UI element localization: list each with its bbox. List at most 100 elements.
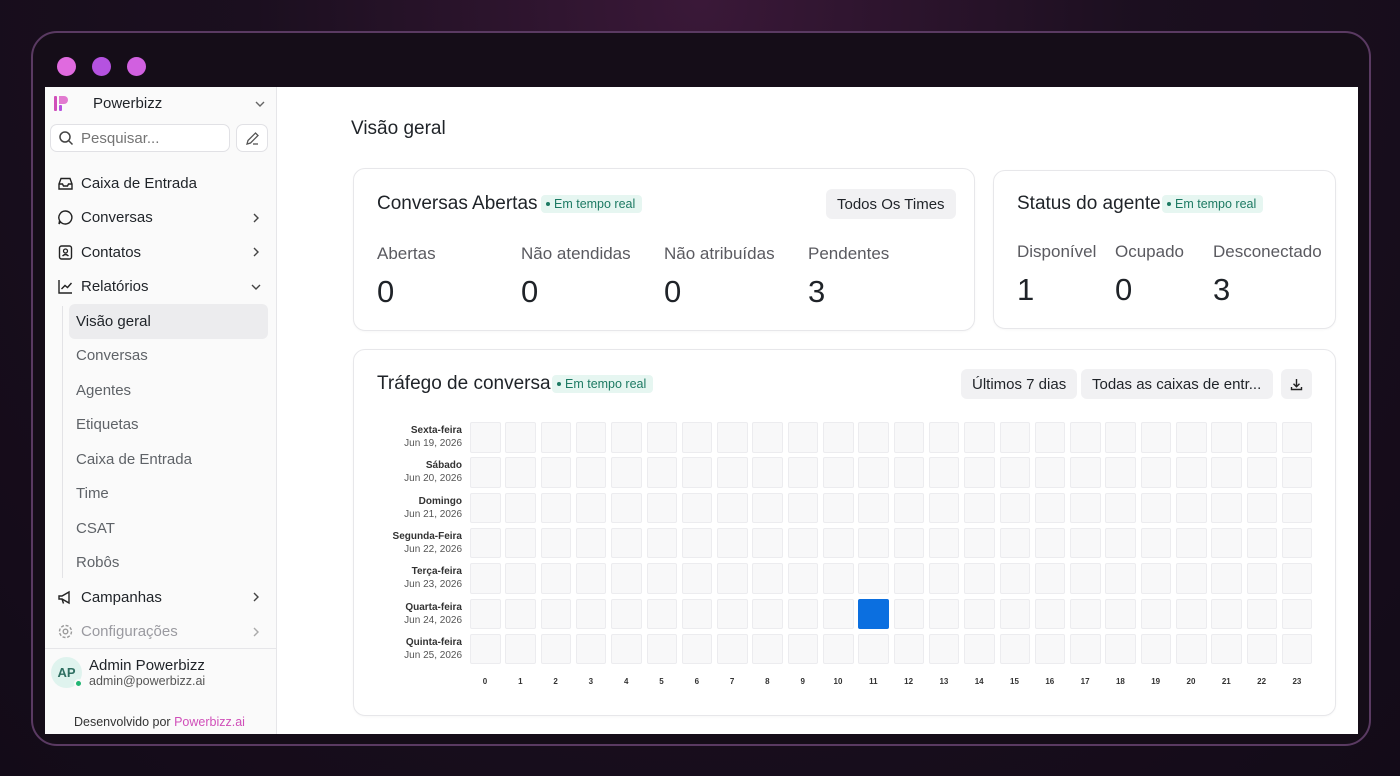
heatmap-cell[interactable] xyxy=(1140,457,1172,488)
heatmap-cell[interactable] xyxy=(646,563,677,594)
heatmap-cell[interactable] xyxy=(1105,563,1136,594)
heatmap-cell[interactable] xyxy=(1070,422,1101,453)
heatmap-cell[interactable] xyxy=(470,633,501,665)
heatmap-cell[interactable] xyxy=(964,598,995,629)
sidebar-item-contacts[interactable]: Contatos xyxy=(45,235,276,270)
heatmap-cell[interactable] xyxy=(928,598,960,629)
heatmap-cell[interactable] xyxy=(1211,422,1242,453)
heatmap-cell[interactable] xyxy=(717,527,748,559)
heatmap-cell[interactable] xyxy=(505,457,536,488)
heatmap-cell[interactable] xyxy=(1140,492,1172,524)
heatmap-cell[interactable] xyxy=(1034,598,1066,629)
heatmap-cell[interactable] xyxy=(858,457,889,488)
heatmap-cell[interactable] xyxy=(646,457,677,488)
heatmap-cell[interactable] xyxy=(681,633,713,665)
heatmap-cell[interactable] xyxy=(470,422,501,453)
sidebar-item-conversations[interactable]: Conversas xyxy=(45,201,276,236)
user-profile[interactable]: AP Admin Powerbizz admin@powerbizz.ai xyxy=(45,649,276,696)
heatmap-cell[interactable] xyxy=(928,492,960,524)
window-dot-maximize[interactable] xyxy=(127,57,146,76)
heatmap-cell[interactable] xyxy=(1246,422,1278,453)
heatmap-cell[interactable] xyxy=(752,598,783,629)
heatmap-cell[interactable] xyxy=(1140,527,1172,559)
heatmap-cell[interactable] xyxy=(1070,492,1101,524)
heatmap-cell[interactable] xyxy=(858,598,889,629)
heatmap-cell[interactable] xyxy=(575,527,607,559)
heatmap-cell[interactable] xyxy=(540,563,572,594)
heatmap-cell[interactable] xyxy=(1281,527,1313,559)
compose-button[interactable] xyxy=(236,124,268,152)
submenu-item-conversations[interactable]: Conversas xyxy=(69,339,268,374)
heatmap-cell[interactable] xyxy=(1281,633,1313,665)
heatmap-cell[interactable] xyxy=(1246,527,1278,559)
heatmap-cell[interactable] xyxy=(1140,563,1172,594)
teams-filter-button[interactable]: Todos Os Times xyxy=(826,189,956,219)
heatmap-cell[interactable] xyxy=(717,598,748,629)
heatmap-cell[interactable] xyxy=(787,492,819,524)
heatmap-cell[interactable] xyxy=(717,457,748,488)
heatmap-cell[interactable] xyxy=(752,457,783,488)
heatmap-cell[interactable] xyxy=(540,492,572,524)
heatmap-cell[interactable] xyxy=(858,492,889,524)
heatmap-cell[interactable] xyxy=(1176,633,1207,665)
heatmap-cell[interactable] xyxy=(1211,563,1242,594)
heatmap-cell[interactable] xyxy=(893,563,925,594)
heatmap-cell[interactable] xyxy=(681,492,713,524)
submenu-item-bots[interactable]: Robôs xyxy=(69,546,268,581)
heatmap-cell[interactable] xyxy=(681,527,713,559)
window-dot-close[interactable] xyxy=(57,57,76,76)
heatmap-cell[interactable] xyxy=(611,598,642,629)
heatmap-cell[interactable] xyxy=(1034,633,1066,665)
heatmap-cell[interactable] xyxy=(1211,492,1242,524)
heatmap-cell[interactable] xyxy=(470,563,501,594)
heatmap-cell[interactable] xyxy=(681,598,713,629)
heatmap-cell[interactable] xyxy=(1281,492,1313,524)
heatmap-cell[interactable] xyxy=(505,527,536,559)
window-dot-minimize[interactable] xyxy=(92,57,111,76)
heatmap-cell[interactable] xyxy=(964,527,995,559)
heatmap-cell[interactable] xyxy=(1176,457,1207,488)
heatmap-cell[interactable] xyxy=(787,563,819,594)
heatmap-cell[interactable] xyxy=(1176,492,1207,524)
heatmap-cell[interactable] xyxy=(1246,633,1278,665)
heatmap-cell[interactable] xyxy=(611,563,642,594)
heatmap-cell[interactable] xyxy=(470,492,501,524)
heatmap-cell[interactable] xyxy=(999,457,1030,488)
heatmap-cell[interactable] xyxy=(999,598,1030,629)
heatmap-cell[interactable] xyxy=(681,563,713,594)
submenu-item-overview[interactable]: Visão geral xyxy=(69,304,268,339)
heatmap-cell[interactable] xyxy=(646,492,677,524)
heatmap-cell[interactable] xyxy=(611,457,642,488)
submenu-item-csat[interactable]: CSAT xyxy=(69,511,268,546)
heatmap-cell[interactable] xyxy=(999,633,1030,665)
heatmap-cell[interactable] xyxy=(717,563,748,594)
heatmap-cell[interactable] xyxy=(752,422,783,453)
heatmap-cell[interactable] xyxy=(717,633,748,665)
heatmap-cell[interactable] xyxy=(1176,563,1207,594)
heatmap-cell[interactable] xyxy=(611,492,642,524)
heatmap-cell[interactable] xyxy=(999,492,1030,524)
heatmap-cell[interactable] xyxy=(752,633,783,665)
heatmap-cell[interactable] xyxy=(575,563,607,594)
heatmap-cell[interactable] xyxy=(1246,563,1278,594)
sidebar-item-inbox[interactable]: Caixa de Entrada xyxy=(45,166,276,201)
heatmap-cell[interactable] xyxy=(893,527,925,559)
heatmap-cell[interactable] xyxy=(505,633,536,665)
heatmap-cell[interactable] xyxy=(1034,457,1066,488)
heatmap-cell[interactable] xyxy=(787,633,819,665)
workspace-switcher[interactable]: Powerbizz xyxy=(45,87,276,120)
heatmap-cell[interactable] xyxy=(787,457,819,488)
heatmap-cell[interactable] xyxy=(611,633,642,665)
heatmap-cell[interactable] xyxy=(752,563,783,594)
heatmap-cell[interactable] xyxy=(858,563,889,594)
heatmap-cell[interactable] xyxy=(1105,633,1136,665)
heatmap-cell[interactable] xyxy=(470,527,501,559)
footer-link[interactable]: Powerbizz.ai xyxy=(174,715,245,729)
heatmap-cell[interactable] xyxy=(928,527,960,559)
heatmap-cell[interactable] xyxy=(1070,633,1101,665)
heatmap-cell[interactable] xyxy=(858,633,889,665)
heatmap-cell[interactable] xyxy=(823,492,854,524)
submenu-item-labels[interactable]: Etiquetas xyxy=(69,408,268,443)
heatmap-cell[interactable] xyxy=(611,422,642,453)
heatmap-cell[interactable] xyxy=(787,527,819,559)
